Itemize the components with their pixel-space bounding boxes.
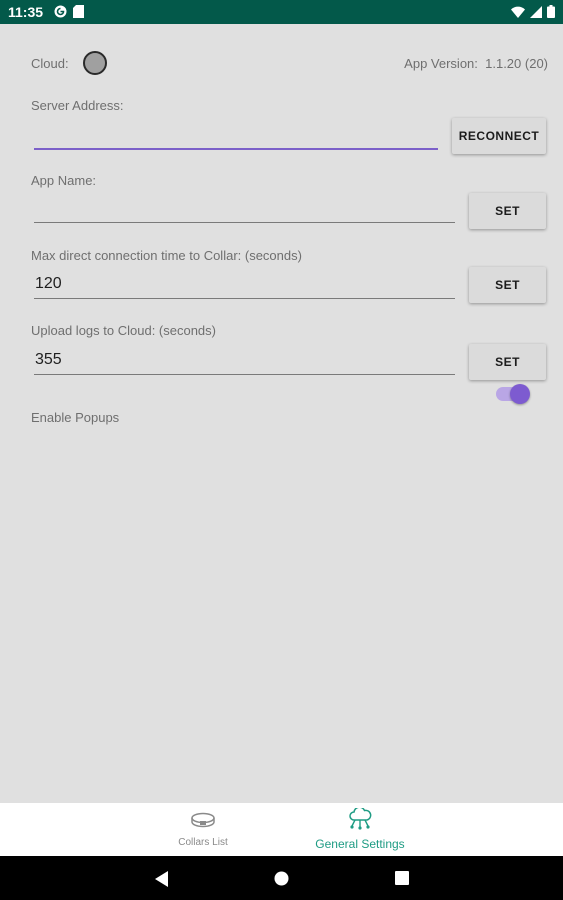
app-version-label: App Version: (404, 56, 478, 71)
toggle-thumb (510, 384, 530, 404)
nav-label-collars-list: Collars List (178, 836, 228, 848)
server-address-input[interactable] (34, 122, 438, 150)
set-app-name-button[interactable]: SET (469, 193, 546, 229)
nav-label-general-settings: General Settings (315, 837, 405, 851)
notification-g-icon (54, 5, 67, 23)
upload-logs-label: Upload logs to Cloud: (seconds) (31, 323, 216, 338)
reconnect-button[interactable]: RECONNECT (452, 118, 546, 154)
recents-icon[interactable] (395, 871, 409, 890)
general-settings-page: Cloud: App Version: 1.1.20 (20) Server A… (0, 24, 563, 803)
enable-popups-toggle[interactable] (496, 384, 530, 404)
app-version-value: 1.1.20 (20) (485, 56, 548, 71)
battery-icon (547, 5, 555, 23)
system-navigation-bar (0, 856, 563, 900)
upload-logs-input[interactable]: 355 (34, 347, 455, 375)
nav-item-general-settings[interactable]: General Settings (300, 803, 420, 856)
wifi-icon (511, 5, 525, 23)
cloud-label: Cloud: (31, 56, 69, 71)
home-icon[interactable] (274, 871, 289, 891)
status-time: 11:35 (8, 4, 44, 20)
sd-card-icon (73, 5, 84, 23)
app-name-input[interactable] (34, 195, 455, 223)
max-connection-input[interactable]: 120 (34, 271, 455, 299)
enable-popups-label: Enable Popups (31, 410, 120, 425)
collar-icon (190, 812, 216, 833)
app-version: App Version: 1.1.20 (20) (404, 56, 548, 71)
bottom-navigation: Collars List General Settings (0, 803, 563, 856)
app-name-label: App Name: (31, 173, 97, 188)
set-upload-logs-button[interactable]: SET (469, 344, 546, 380)
nav-item-collars-list[interactable]: Collars List (166, 803, 240, 856)
cloud-network-icon (347, 806, 373, 835)
signal-icon (530, 5, 542, 23)
status-bar: 11:35 (0, 0, 563, 24)
server-address-label: Server Address: (31, 98, 124, 113)
cloud-status-indicator (83, 51, 107, 75)
set-max-connection-button[interactable]: SET (469, 267, 546, 303)
max-connection-label: Max direct connection time to Collar: (s… (31, 248, 302, 263)
back-icon[interactable] (155, 871, 169, 892)
